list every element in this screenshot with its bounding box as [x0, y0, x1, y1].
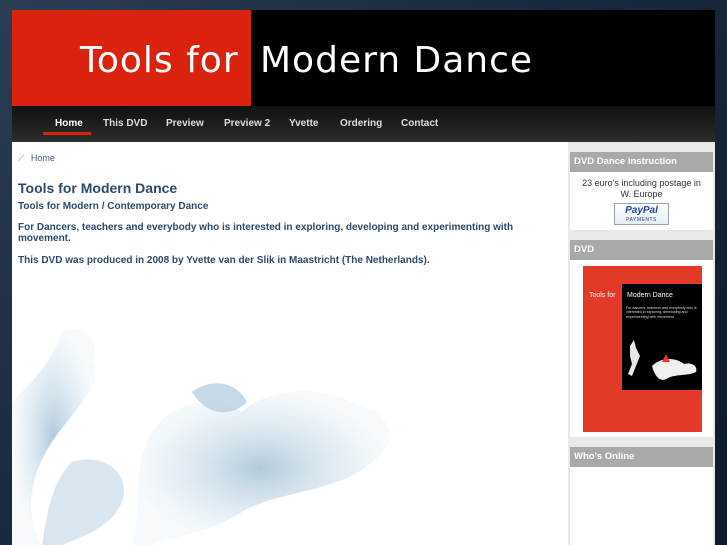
nav-preview-2[interactable]: Preview 2: [224, 118, 270, 129]
sidebar-order-box: 23 euro's including postage in W. Europe…: [570, 172, 713, 230]
page-title: Tools for Modern Dance: [18, 180, 178, 196]
page-subtitle: Tools for Modern / Contemporary Dance: [18, 201, 209, 212]
sidebar-dvd-box: Tools for Modern Dance For dancers, teac…: [570, 260, 713, 437]
nav-yvette[interactable]: Yvette: [289, 118, 318, 129]
main-content: ⟋ Home Tools for Modern Dance Tools for …: [12, 142, 568, 545]
sidebar-heading-instruction: DVD Dance instruction: [570, 152, 713, 172]
nav-this-dvd[interactable]: This DVD: [103, 118, 147, 129]
site-header: Tools for Modern Dance: [12, 10, 715, 106]
intro-paragraph: For Dancers, teachers and everybody who …: [18, 222, 514, 244]
sidebar-online-box: [570, 467, 713, 545]
breadcrumb: ⟋ Home: [18, 153, 55, 164]
production-paragraph: This DVD was produced in 2008 by Yvette …: [18, 255, 430, 266]
dvd-cover-title-left: Tools for: [589, 292, 616, 299]
page-frame: Tools for Modern Dance Home This DVD Pre…: [12, 10, 715, 545]
paypal-logo: PayPal: [625, 205, 658, 216]
nav-contact[interactable]: Contact: [401, 118, 438, 129]
nav-active-indicator: [43, 132, 91, 135]
dvd-cover-title-right: Modern Dance: [627, 292, 673, 299]
main-navigation: Home This DVD Preview Preview 2 Yvette O…: [12, 106, 715, 142]
paypal-payments-label: PAYMENTS: [626, 217, 657, 223]
breadcrumb-separator-icon: ⟋: [18, 153, 25, 163]
dvd-cover-text: For dancers, teachers and everybody who …: [626, 306, 697, 319]
nav-preview[interactable]: Preview: [166, 118, 204, 129]
logo-text-part1: Tools for: [80, 40, 239, 81]
breadcrumb-home-link[interactable]: Home: [31, 153, 55, 163]
dancer-background-image: [12, 329, 390, 545]
nav-ordering[interactable]: Ordering: [340, 118, 382, 129]
sidebar-heading-online: Who's Online: [570, 447, 713, 467]
sidebar-heading-dvd: DVD: [570, 240, 713, 260]
logo-text-part2: Modern Dance: [260, 40, 534, 81]
price-text: 23 euro's including postage in W. Europe: [582, 178, 701, 199]
dvd-cover-image[interactable]: Tools for Modern Dance For dancers, teac…: [583, 266, 702, 432]
paypal-button[interactable]: PayPal PAYMENTS: [614, 203, 669, 225]
nav-home[interactable]: Home: [55, 118, 83, 129]
sidebar: DVD Dance instruction 23 euro's includin…: [568, 142, 715, 545]
dvd-cover-dancers-icon: [628, 340, 697, 380]
